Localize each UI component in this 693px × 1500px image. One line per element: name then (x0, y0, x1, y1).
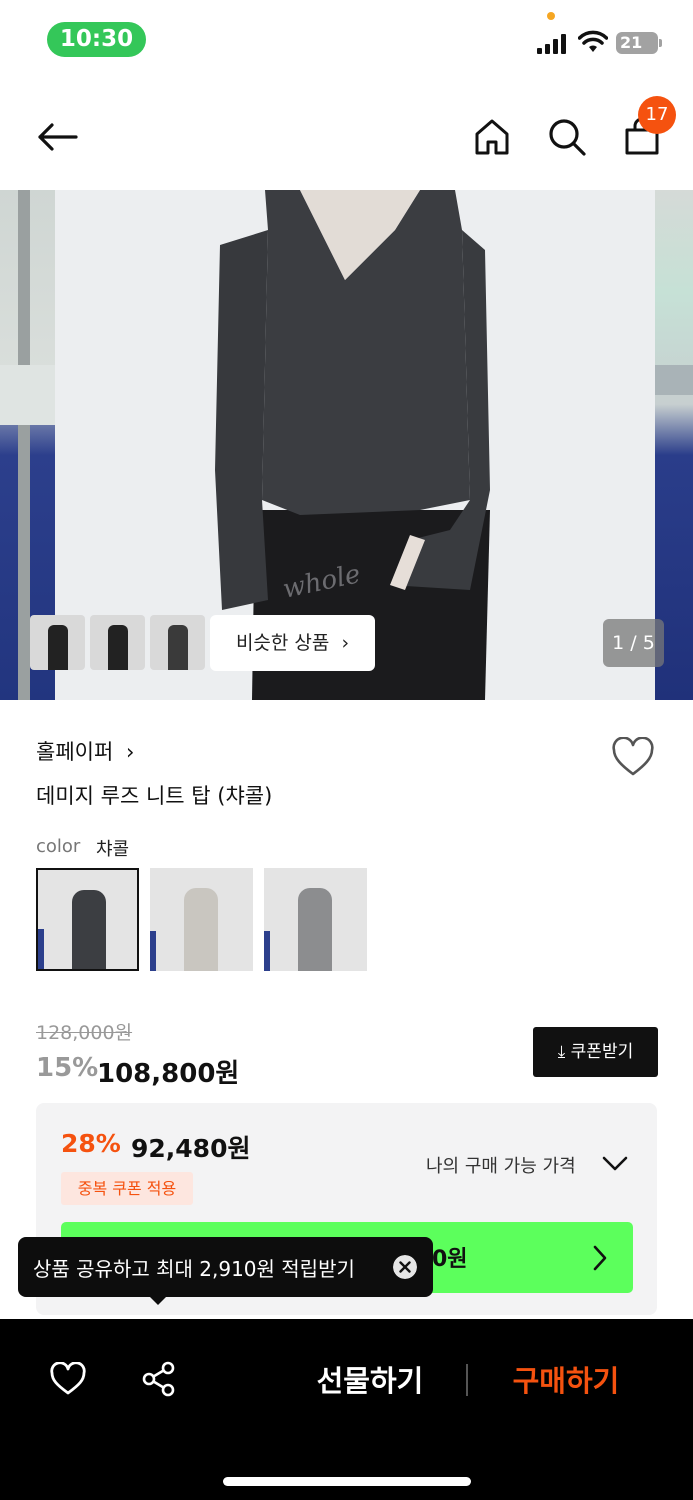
home-indicator (223, 1477, 471, 1486)
color-label: color (36, 836, 81, 857)
chevron-down-icon[interactable] (602, 1155, 628, 1173)
wishlist-heart-icon[interactable] (611, 737, 655, 777)
wishlist-heart-icon[interactable] (49, 1362, 87, 1396)
color-value: 챠콜 (96, 839, 130, 860)
coupon-button-label: 쿠폰받기 (570, 1042, 634, 1062)
swatch-figure (72, 890, 106, 969)
gallery-thumbnail[interactable] (30, 615, 85, 670)
status-bar: 10:30 21 (0, 0, 693, 78)
back-arrow-icon[interactable] (36, 122, 78, 152)
color-swatch-charcoal[interactable] (36, 868, 139, 971)
chevron-right-icon: › (125, 740, 135, 764)
signal-icon (537, 34, 569, 54)
my-discount-rate: 28% (61, 1129, 121, 1158)
download-coupon-button[interactable]: ⤓ 쿠폰받기 (533, 1027, 658, 1077)
close-icon[interactable] (393, 1255, 417, 1279)
similar-products-button[interactable]: 비슷한 상품 › (210, 615, 375, 671)
download-icon: ⤓ (557, 1042, 566, 1062)
color-swatch-gray[interactable] (264, 868, 367, 971)
my-price: 92,480원 (131, 1134, 251, 1163)
gallery-thumbnail[interactable] (90, 615, 145, 670)
chevron-right-icon: › (341, 632, 350, 654)
gift-button[interactable]: 선물하기 (300, 1360, 440, 1402)
original-price: 128,000원 (36, 1022, 133, 1044)
brand-link[interactable]: 홀페이퍼 › (36, 736, 134, 766)
benefit-banner-text: 0원 (432, 1247, 468, 1272)
battery-icon: 21 (616, 32, 662, 54)
discount-rate: 15% (36, 1053, 99, 1083)
battery-level: 21 (620, 33, 643, 52)
swatch-figure (298, 888, 332, 971)
app-header (0, 90, 693, 190)
gallery-thumbnail[interactable] (150, 615, 205, 670)
swatch-figure (184, 888, 218, 971)
home-icon[interactable] (474, 118, 510, 156)
cart-count-badge: 17 (638, 96, 676, 134)
divider (466, 1364, 468, 1396)
tooltip-tail (148, 1295, 168, 1305)
color-swatch-light-gray[interactable] (150, 868, 253, 971)
privacy-indicator (547, 12, 555, 20)
status-time: 10:30 (47, 22, 146, 57)
share-icon[interactable] (141, 1361, 177, 1397)
sale-price: 108,800원 (97, 1059, 240, 1089)
product-name: 데미지 루즈 니트 탑 (챠콜) (36, 784, 273, 808)
wifi-icon (578, 30, 608, 52)
image-page-indicator: 1 / 5 (603, 619, 664, 667)
buy-button[interactable]: 구매하기 (496, 1360, 636, 1402)
tooltip-text: 상품 공유하고 최대 2,910원 적립받기 (33, 1257, 355, 1281)
brand-name: 홀페이퍼 (36, 740, 114, 764)
similar-products-label: 비슷한 상품 (235, 632, 330, 654)
my-price-toggle[interactable]: 나의 구매 가능 가격 (426, 1152, 576, 1178)
duplicate-coupon-badge: 중복 쿠폰 적용 (61, 1172, 193, 1205)
chevron-right-icon (593, 1245, 607, 1271)
bottom-action-bar (0, 1319, 693, 1500)
search-icon[interactable] (547, 117, 587, 157)
